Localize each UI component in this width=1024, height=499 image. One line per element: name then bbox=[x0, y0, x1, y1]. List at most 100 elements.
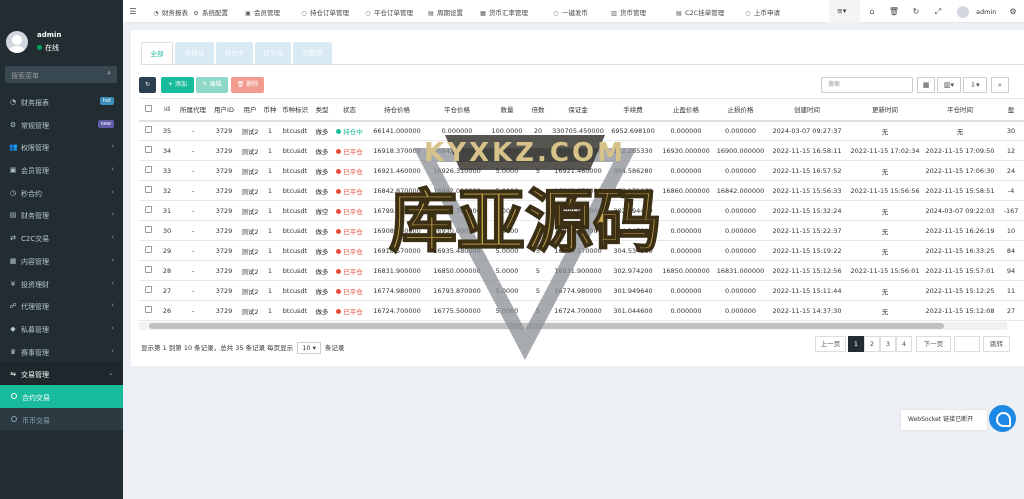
top-nav-link[interactable]: ▤ C2C挂单管理 bbox=[676, 7, 724, 17]
row-checkbox[interactable] bbox=[144, 146, 152, 153]
top-avatar[interactable] bbox=[957, 6, 969, 18]
sidebar-item[interactable]: ◆ 私募管理 ‹ bbox=[0, 317, 123, 340]
horizontal-scrollbar[interactable] bbox=[139, 322, 1007, 330]
page-number-button[interactable]: 1 bbox=[848, 336, 864, 352]
home-icon[interactable]: ⌂ bbox=[862, 0, 882, 23]
row-checkbox[interactable] bbox=[144, 166, 152, 173]
sidebar-search-input[interactable]: 搜索菜单 ⌕ bbox=[5, 66, 117, 83]
table-row[interactable]: 29-3729 测试2 1 btcusdt 做多 已平仓 16918.570000 16935… bbox=[139, 240, 1024, 261]
column-header[interactable]: 止盈价格 bbox=[658, 98, 714, 122]
sidebar-item[interactable]: ▦ 内容管理 ‹ bbox=[0, 249, 123, 272]
nav-dropdown[interactable]: ≡▾ bbox=[829, 0, 860, 23]
column-header[interactable]: 用户ID bbox=[209, 98, 239, 122]
row-checkbox[interactable] bbox=[144, 206, 152, 213]
sidebar-item[interactable]: ⇄ C2C交易 ‹ bbox=[0, 226, 123, 249]
column-header[interactable]: 币种标识 bbox=[279, 98, 311, 122]
column-header[interactable]: 止损价格 bbox=[714, 98, 767, 122]
tab[interactable]: 已撤销 bbox=[293, 42, 332, 64]
table-row[interactable]: 31-3729 测试2 1 btcusdt 做空 已平仓 16799.690000 66068… bbox=[139, 200, 1024, 221]
column-header[interactable]: 平仓价格 bbox=[428, 98, 486, 122]
top-nav-link[interactable]: ⚙ 系统配置 bbox=[193, 7, 228, 17]
top-nav-link[interactable]: ▤ 周期设置 bbox=[428, 7, 463, 17]
row-checkbox[interactable] bbox=[144, 226, 152, 233]
export-dropdown-icon[interactable]: ⇩▾ bbox=[963, 77, 987, 93]
sidebar-item[interactable]: ⇋ 交易管理 ⌄ bbox=[0, 362, 123, 385]
row-checkbox[interactable] bbox=[144, 186, 152, 193]
sidebar-item[interactable]: ▣ 会员管理 ‹ bbox=[0, 158, 123, 181]
top-nav-link[interactable]: ○ 持仓订单管理 bbox=[301, 7, 349, 17]
table-search-input[interactable]: 搜索 bbox=[821, 77, 913, 93]
column-header[interactable]: 更新时间 bbox=[847, 98, 923, 122]
trash-icon[interactable]: 🗑 bbox=[884, 0, 904, 23]
sidebar-item[interactable]: ♛ 赛事管理 ‹ bbox=[0, 340, 123, 363]
chat-icon[interactable] bbox=[989, 405, 1016, 432]
delete-button[interactable]: 🗑 删除 bbox=[231, 77, 264, 93]
refresh-button[interactable]: ↻ bbox=[139, 77, 156, 93]
tab[interactable]: 已平仓 bbox=[255, 42, 291, 64]
column-header[interactable]: 状态 bbox=[333, 98, 366, 122]
table-row[interactable]: 27-3729 测试2 1 btcusdt 做多 已平仓 16774.980000 16793… bbox=[139, 280, 1024, 301]
sidebar-subitem[interactable]: 合约交易 bbox=[0, 384, 123, 408]
sidebar-item[interactable]: ▤ 财务管理 ‹ bbox=[0, 203, 123, 226]
sidebar-item[interactable]: ⚙ 常规管理 new bbox=[0, 113, 123, 136]
page-jump-input[interactable] bbox=[954, 336, 980, 352]
column-header[interactable]: 数量 bbox=[486, 98, 528, 122]
sidebar-item[interactable]: ¥ 投资理财 ‹ bbox=[0, 272, 123, 295]
column-header[interactable]: 币种 bbox=[261, 98, 279, 122]
tab[interactable]: 全部 bbox=[141, 42, 173, 64]
column-header[interactable]: 倍数 bbox=[528, 98, 548, 122]
top-nav-link[interactable]: ▥ 货币管理 bbox=[611, 7, 646, 17]
sidebar-item[interactable]: ☍ 代理管理 ‹ bbox=[0, 294, 123, 317]
menu-toggle-icon[interactable]: ☰ bbox=[123, 0, 143, 23]
fullscreen-icon[interactable]: ⤢ bbox=[928, 0, 948, 23]
row-checkbox[interactable] bbox=[144, 306, 152, 313]
top-nav-link[interactable]: ○ 平仓订单管理 bbox=[365, 7, 413, 17]
row-checkbox[interactable] bbox=[144, 246, 152, 253]
select-all-checkbox[interactable] bbox=[144, 104, 152, 112]
page-number-button[interactable]: 4 bbox=[896, 336, 912, 352]
table-row[interactable]: 33-3729 测试2 1 btcusdt 做多 已平仓 16921.460000 16926… bbox=[139, 160, 1024, 181]
search-icon[interactable]: ⌕ bbox=[107, 69, 111, 78]
row-checkbox[interactable] bbox=[144, 286, 152, 293]
sidebar-subitem[interactable]: 币币交易 bbox=[0, 407, 123, 431]
page-number-button[interactable]: 2 bbox=[864, 336, 880, 352]
next-page-button[interactable]: 下一页 bbox=[916, 336, 951, 352]
prev-page-button[interactable]: 上一页 bbox=[815, 336, 846, 352]
column-header[interactable]: 所属代理 bbox=[177, 98, 209, 122]
row-checkbox[interactable] bbox=[144, 126, 152, 134]
top-nav-link[interactable]: ▣ 会员管理 bbox=[245, 7, 280, 17]
add-button[interactable]: + 添加 bbox=[161, 77, 194, 93]
sidebar-item[interactable]: 👥 权限管理 ‹ bbox=[0, 135, 123, 158]
column-header[interactable]: 保证金 bbox=[548, 98, 608, 122]
top-nav-link[interactable]: ○ 一键发币 bbox=[553, 7, 588, 17]
sidebar-item[interactable]: ◷ 秒合约 ‹ bbox=[0, 181, 123, 204]
top-nav-link[interactable]: ◔ 财务报表 bbox=[153, 7, 188, 17]
column-header[interactable]: 创建时间 bbox=[767, 98, 847, 122]
column-header[interactable]: 平仓时间 bbox=[923, 98, 997, 122]
search-icon[interactable]: ⌕ bbox=[991, 77, 1009, 93]
table-row[interactable]: 28-3729 测试2 1 btcusdt 做多 已平仓 16831.900000 16850… bbox=[139, 260, 1024, 281]
gears-icon[interactable]: ⚙ bbox=[1003, 0, 1023, 23]
table-row[interactable]: 26-3729 测试2 1 btcusdt 做多 已平仓 16724.700000 16775… bbox=[139, 300, 1024, 321]
column-header[interactable]: 手续费 bbox=[608, 98, 658, 122]
table-row[interactable]: 32-3729 测试2 1 btcusdt 做多 已平仓 16842.870000 16842… bbox=[139, 180, 1024, 201]
top-user-name[interactable]: admin bbox=[976, 8, 996, 16]
scrollbar-thumb[interactable] bbox=[149, 323, 944, 329]
list-dropdown-icon[interactable]: ≡▾ bbox=[837, 7, 846, 15]
table-row[interactable]: 34-3729 测试2 1 btcusdt 做多 已平仓 16918.370000 16943… bbox=[139, 140, 1024, 161]
top-nav-link[interactable]: ○ 上币申请 bbox=[745, 7, 780, 17]
tab[interactable]: 待持仓 bbox=[175, 42, 214, 64]
jump-button[interactable]: 跳转 bbox=[983, 336, 1010, 352]
edit-button[interactable]: ✎ 编辑 bbox=[196, 77, 228, 93]
table-row[interactable]: 30-3729 测试2 1 btcusdt 做多 已平仓 16908.200000 16930… bbox=[139, 220, 1024, 241]
column-header[interactable]: 持仓价格 bbox=[366, 98, 428, 122]
column-header[interactable]: id bbox=[157, 98, 177, 122]
top-nav-link[interactable]: ▦ 货币汇率管理 bbox=[480, 7, 528, 17]
columns-dropdown-icon[interactable]: ▥▾ bbox=[937, 77, 961, 93]
tab[interactable]: 持仓中 bbox=[216, 42, 253, 64]
sidebar-item[interactable]: ◔ 财务报表 hot bbox=[0, 90, 123, 113]
table-row[interactable]: 35-3729 测试2 1 btcusdt 做多 持仓中 66141.000000 0.000… bbox=[139, 120, 1024, 141]
row-checkbox[interactable] bbox=[144, 266, 152, 273]
page-size-select[interactable]: 10 ▾ bbox=[297, 342, 321, 354]
toggle-view-icon[interactable]: ▦ bbox=[917, 77, 935, 93]
